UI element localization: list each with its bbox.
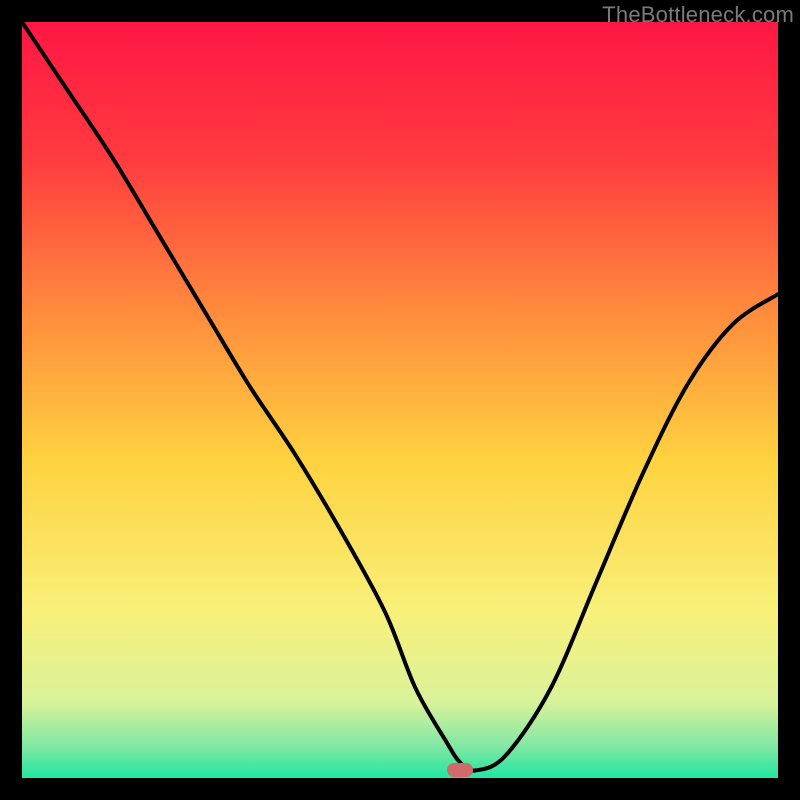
plot-area: [22, 22, 778, 778]
bottleneck-curve: [22, 22, 778, 778]
chart-frame: TheBottleneck.com: [0, 0, 800, 800]
optimal-marker: [447, 763, 473, 777]
watermark-text: TheBottleneck.com: [602, 2, 794, 28]
